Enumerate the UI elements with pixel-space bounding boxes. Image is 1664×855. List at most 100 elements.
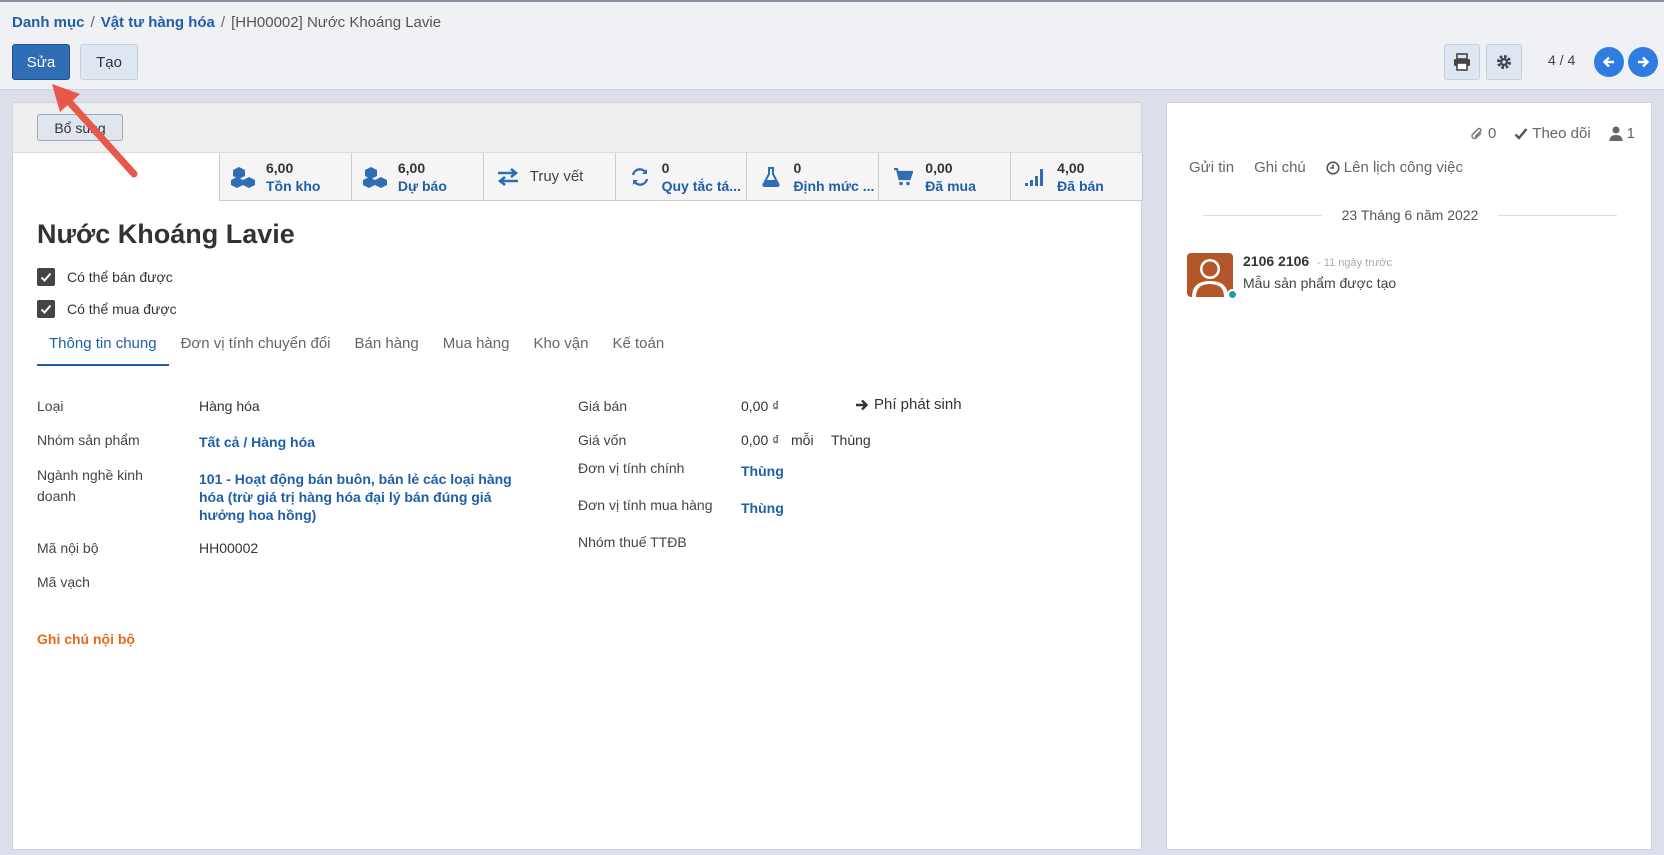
date-separator: 23 Tháng 6 năm 2022 — [1203, 207, 1617, 223]
can-sell-label: Có thể bán được — [67, 269, 173, 285]
settings-button[interactable] — [1486, 44, 1522, 80]
price-value: 0,00 ₫ — [741, 398, 780, 414]
can-buy-checkbox[interactable] — [37, 300, 55, 318]
chatter-message: 2106 2106 - 11 ngày trước Mẫu sản phẩm đ… — [1187, 253, 1397, 300]
user-silhouette-icon — [1192, 259, 1228, 297]
type-label: Loại — [37, 398, 64, 414]
control-panel: Danh mục / Vật tư hàng hóa / [HH00002] N… — [0, 0, 1664, 90]
uom-link[interactable]: Thùng — [741, 463, 784, 479]
chatter: 0 Theo dõi 1 Gửi tin Ghi chú Lên lịch cô… — [1166, 102, 1652, 850]
group-label: Nhóm sản phẩm — [37, 432, 140, 448]
user-icon — [1609, 126, 1623, 141]
flask-icon — [757, 166, 785, 187]
uom-label: Đơn vị tính chính — [578, 460, 685, 476]
du-bao-label: Dự báo — [397, 177, 447, 194]
dinh-muc-label: Định mức ... — [793, 177, 875, 194]
uom-po-label: Đơn vị tính mua hàng — [578, 497, 713, 513]
follow-button[interactable]: Theo dõi — [1514, 125, 1591, 142]
create-button[interactable]: Tạo — [80, 44, 138, 80]
attachment-button[interactable]: 0 — [1470, 125, 1496, 142]
internal-note-label: Ghi chú nội bộ — [37, 631, 135, 647]
gear-icon — [1497, 55, 1511, 69]
quy-tac-label: Quy tắc tá... — [661, 177, 741, 194]
smart-button-da-ban[interactable]: 4,00 Đã bán — [1011, 153, 1144, 200]
followers-button[interactable]: 1 — [1609, 125, 1635, 142]
du-bao-value: 6,00 — [397, 159, 426, 176]
paperclip-icon — [1471, 127, 1482, 139]
attachment-count: 0 — [1487, 125, 1497, 142]
chatter-actions: Gửi tin Ghi chú Lên lịch công việc — [1189, 159, 1463, 176]
breadcrumb-danh-muc[interactable]: Danh mục — [12, 14, 85, 31]
signal-icon — [1021, 167, 1049, 187]
chatter-topbar: 0 Theo dõi 1 — [1470, 125, 1635, 142]
message-author[interactable]: 2106 2106 — [1243, 253, 1309, 269]
extra-cost-button[interactable]: Phí phát sinh — [855, 396, 962, 413]
group-link[interactable]: Tất cả / Hàng hóa — [199, 434, 315, 450]
form-tabs: Thông tin chung Đơn vị tính chuyển đổi B… — [37, 325, 676, 366]
can-buy-label: Có thể mua được — [67, 301, 177, 317]
tab-thong-tin-chung[interactable]: Thông tin chung — [37, 325, 169, 366]
cost-value: 0,00 ₫ — [741, 432, 780, 448]
refresh-icon — [626, 167, 654, 187]
pager-value: 4 / 4 — [1548, 52, 1576, 68]
previous-button[interactable] — [1594, 47, 1624, 77]
cost-label: Giá vốn — [578, 432, 627, 448]
schedule-activity-button[interactable]: Lên lịch công việc — [1326, 159, 1463, 176]
send-message-button[interactable]: Gửi tin — [1189, 159, 1234, 176]
smart-button-du-bao[interactable]: 6,00 Dự báo — [352, 153, 484, 200]
can-sell-row: Có thể bán được — [37, 268, 173, 286]
tab-kho-van[interactable]: Kho vận — [521, 325, 600, 366]
tab-mua-hang[interactable]: Mua hàng — [431, 325, 522, 366]
price-label: Giá bán — [578, 398, 628, 414]
can-sell-checkbox[interactable] — [37, 268, 55, 286]
followers-count: 1 — [1626, 125, 1635, 142]
product-name: Nước Khoáng Lavie — [37, 219, 295, 249]
dinh-muc-value: 0 — [793, 159, 802, 176]
clock-icon — [1326, 160, 1340, 175]
smart-button-truy-vet[interactable]: Truy vết — [484, 153, 616, 200]
barcode-label: Mã vạch — [37, 574, 90, 590]
boxes-icon — [230, 166, 258, 188]
product-form: Bổ sung 6,00 Tồn kho 6,00 Dự báo Truy vế… — [12, 102, 1144, 850]
check-icon — [40, 272, 52, 282]
can-buy-row: Có thể mua được — [37, 300, 177, 318]
breadcrumb: Danh mục / Vật tư hàng hóa / [HH00002] N… — [12, 14, 442, 31]
tab-don-vi-tinh[interactable]: Đơn vị tính chuyển đổi — [169, 325, 343, 366]
edit-button[interactable]: Sửa — [12, 44, 70, 80]
form-header: Bổ sung — [13, 103, 1141, 153]
boxes-icon — [362, 166, 390, 188]
smart-button-ton-kho[interactable]: 6,00 Tồn kho — [220, 153, 352, 200]
arrow-right-icon — [1638, 56, 1650, 68]
check-icon — [1514, 127, 1528, 140]
next-button[interactable] — [1628, 47, 1658, 77]
da-ban-value: 4,00 — [1057, 159, 1085, 176]
check-icon — [40, 304, 52, 314]
breadcrumb-vat-tu[interactable]: Vật tư hàng hóa — [101, 14, 215, 31]
log-note-button[interactable]: Ghi chú — [1254, 159, 1306, 176]
message-body: Mẫu sản phẩm được tạo — [1243, 275, 1397, 291]
annotation-arrow — [52, 84, 138, 178]
tab-ke-toan[interactable]: Kế toán — [601, 325, 677, 366]
da-mua-label: Đã mua — [925, 177, 976, 194]
uom-po-link[interactable]: Thùng — [741, 500, 784, 516]
avatar — [1187, 253, 1233, 297]
online-status-indicator — [1227, 289, 1238, 300]
print-button[interactable] — [1444, 44, 1480, 80]
message-time: - 11 ngày trước — [1317, 257, 1392, 269]
date-label: 23 Tháng 6 năm 2022 — [1341, 207, 1479, 223]
ton-kho-value: 6,00 — [266, 159, 294, 176]
smart-button-da-mua[interactable]: 0,00 Đã mua — [879, 153, 1012, 200]
extra-cost-label: Phí phát sinh — [874, 396, 962, 413]
code-label: Mã nội bộ — [37, 540, 99, 556]
smart-button-quy-tac[interactable]: 0 Quy tắc tá... — [616, 153, 748, 200]
print-icon — [1454, 53, 1470, 71]
cost-per: mỗi — [791, 432, 814, 448]
industry-link[interactable]: 101 - Hoạt động bán buôn, bán lẻ các loạ… — [199, 470, 519, 524]
tab-ban-hang[interactable]: Bán hàng — [343, 325, 431, 366]
type-value: Hàng hóa — [199, 398, 260, 414]
da-mua-value: 0,00 — [925, 159, 953, 176]
smart-button-dinh-muc[interactable]: 0 Định mức ... — [747, 153, 880, 200]
quy-tac-value: 0 — [661, 159, 670, 176]
exchange-icon — [494, 167, 522, 186]
da-ban-label: Đã bán — [1057, 177, 1104, 194]
